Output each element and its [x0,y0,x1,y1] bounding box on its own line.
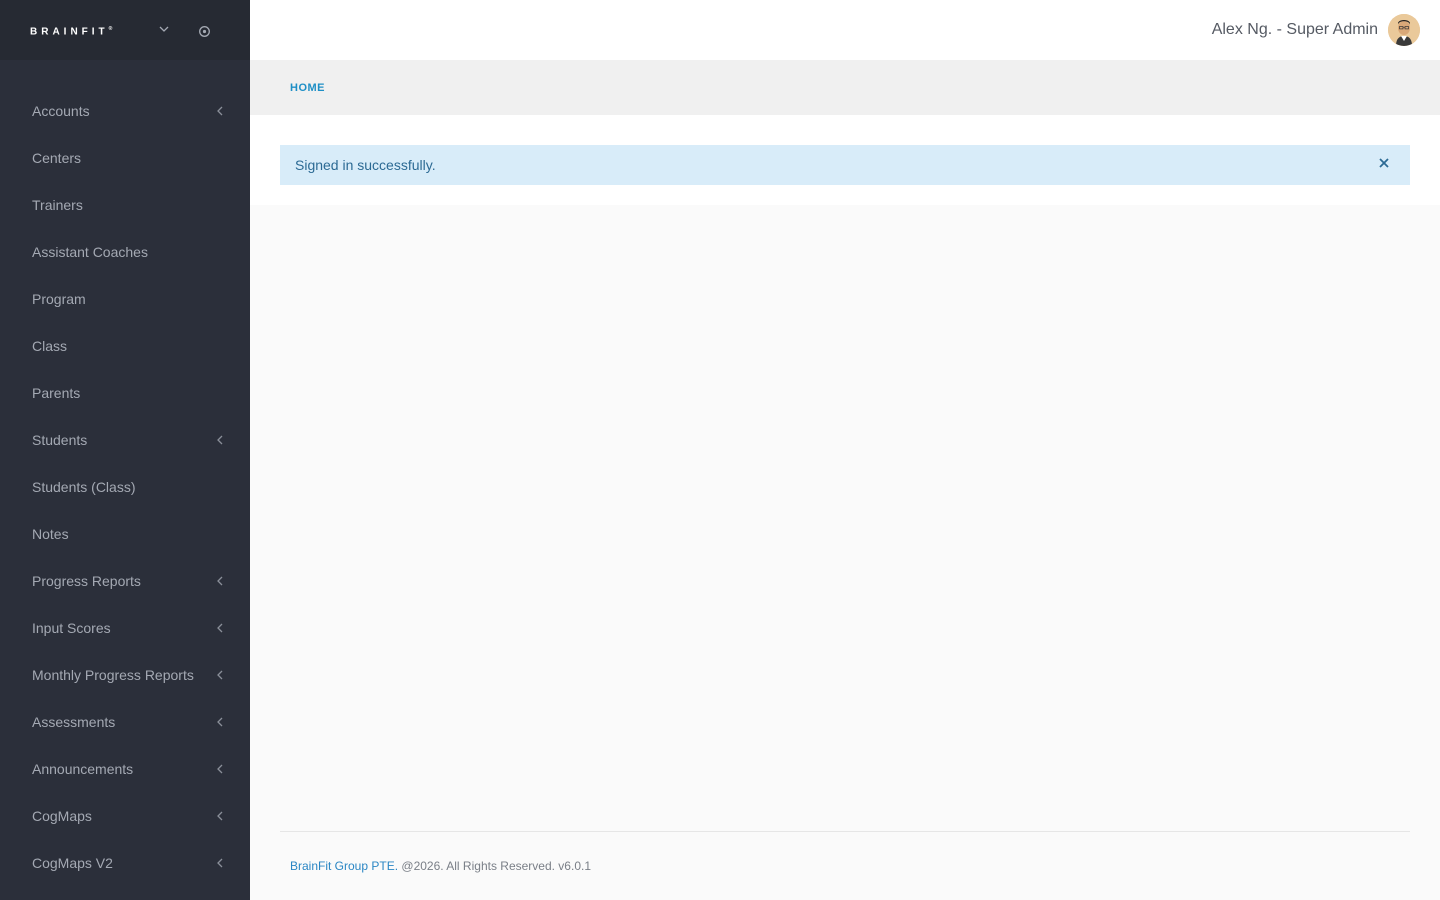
sidebar-item-students-class[interactable]: Students (Class) [0,463,250,510]
brand-logo-mark: ® [108,26,113,32]
avatar[interactable] [1388,14,1420,46]
sidebar-item-students[interactable]: Students [0,416,250,463]
chevron-left-icon [217,106,223,115]
sidebar-item-parents[interactable]: Parents [0,369,250,416]
top-header: Alex Ng. - Super Admin [250,0,1440,60]
sidebar-item-monthly-progress-reports[interactable]: Monthly Progress Reports [0,651,250,698]
sidebar-item-label: CogMaps V2 [32,854,113,871]
breadcrumb: HOME [250,60,1440,115]
sidebar: BRAINFIT® Accounts Centers Trainers Assista… [0,0,250,900]
breadcrumb-home[interactable]: HOME [290,82,325,94]
content-card: Signed in successfully. [250,115,1440,205]
sidebar-item-trainers[interactable]: Trainers [0,181,250,228]
sidebar-item-label: Progress Reports [32,572,141,589]
sidebar-item-label: Class [32,337,68,354]
sidebar-item-label: Assessments [32,713,116,730]
sidebar-item-label: Trainers [32,196,83,213]
sidebar-item-assistant-coaches[interactable]: Assistant Coaches [0,228,250,275]
brand-logo[interactable]: BRAINFIT® [30,26,112,37]
user-name[interactable]: Alex Ng. - Super Admin [1212,21,1378,39]
footer-company-link[interactable]: BrainFit Group PTE. [290,859,398,873]
sidebar-item-accounts[interactable]: Accounts [0,87,250,134]
sidebar-item-label: Students (Class) [32,478,136,495]
alert-success: Signed in successfully. [280,145,1410,185]
close-icon[interactable] [1378,157,1390,169]
chevron-left-icon [217,623,223,632]
sidebar-item-label: Program [32,290,86,307]
avatar-image [1388,14,1420,46]
sidebar-item-class[interactable]: Class [0,322,250,369]
settings-icon[interactable] [198,25,211,38]
sidebar-item-program[interactable]: Program [0,275,250,322]
sidebar-item-centers[interactable]: Centers [0,134,250,181]
chevron-left-icon [217,717,223,726]
sidebar-item-assessments[interactable]: Assessments [0,698,250,745]
chevron-left-icon [217,670,223,679]
sidebar-item-cogmaps[interactable]: CogMaps [0,792,250,839]
footer-divider [280,831,1410,832]
sidebar-item-label: Students [32,431,88,448]
chevron-left-icon [217,576,223,585]
sidebar-item-label: Notes [32,525,69,542]
sidebar-item-label: Monthly Progress Reports [32,666,194,683]
sidebar-item-notes[interactable]: Notes [0,510,250,557]
alert-message: Signed in successfully. [295,157,436,173]
chevron-left-icon [217,764,223,773]
chevron-down-icon[interactable] [157,22,171,36]
footer-copyright: @2026. All Rights Reserved. v6.0.1 [398,859,591,873]
sidebar-item-input-scores[interactable]: Input Scores [0,604,250,651]
sidebar-menu: Accounts Centers Trainers Assistant Coaches… [0,87,250,886]
chevron-left-icon [217,435,223,444]
sidebar-item-cogmaps-v2[interactable]: CogMaps V2 [0,839,250,886]
sidebar-item-label: CogMaps [32,807,92,824]
chevron-left-icon [217,858,223,867]
chevron-left-icon [217,811,223,820]
sidebar-item-announcements[interactable]: Announcements [0,745,250,792]
sidebar-item-label: Accounts [32,102,90,119]
sidebar-item-progress-reports[interactable]: Progress Reports [0,557,250,604]
sidebar-item-label: Parents [32,384,81,401]
footer: BrainFit Group PTE. @2026. All Rights Re… [290,859,591,873]
sidebar-item-label: Announcements [32,760,134,777]
sidebar-item-label: Input Scores [32,619,111,636]
sidebar-item-label: Assistant Coaches [32,243,148,260]
brand-logo-text: BRAINFIT [30,26,109,38]
brand-bar: BRAINFIT® [0,0,250,60]
sidebar-item-label: Centers [32,149,82,166]
